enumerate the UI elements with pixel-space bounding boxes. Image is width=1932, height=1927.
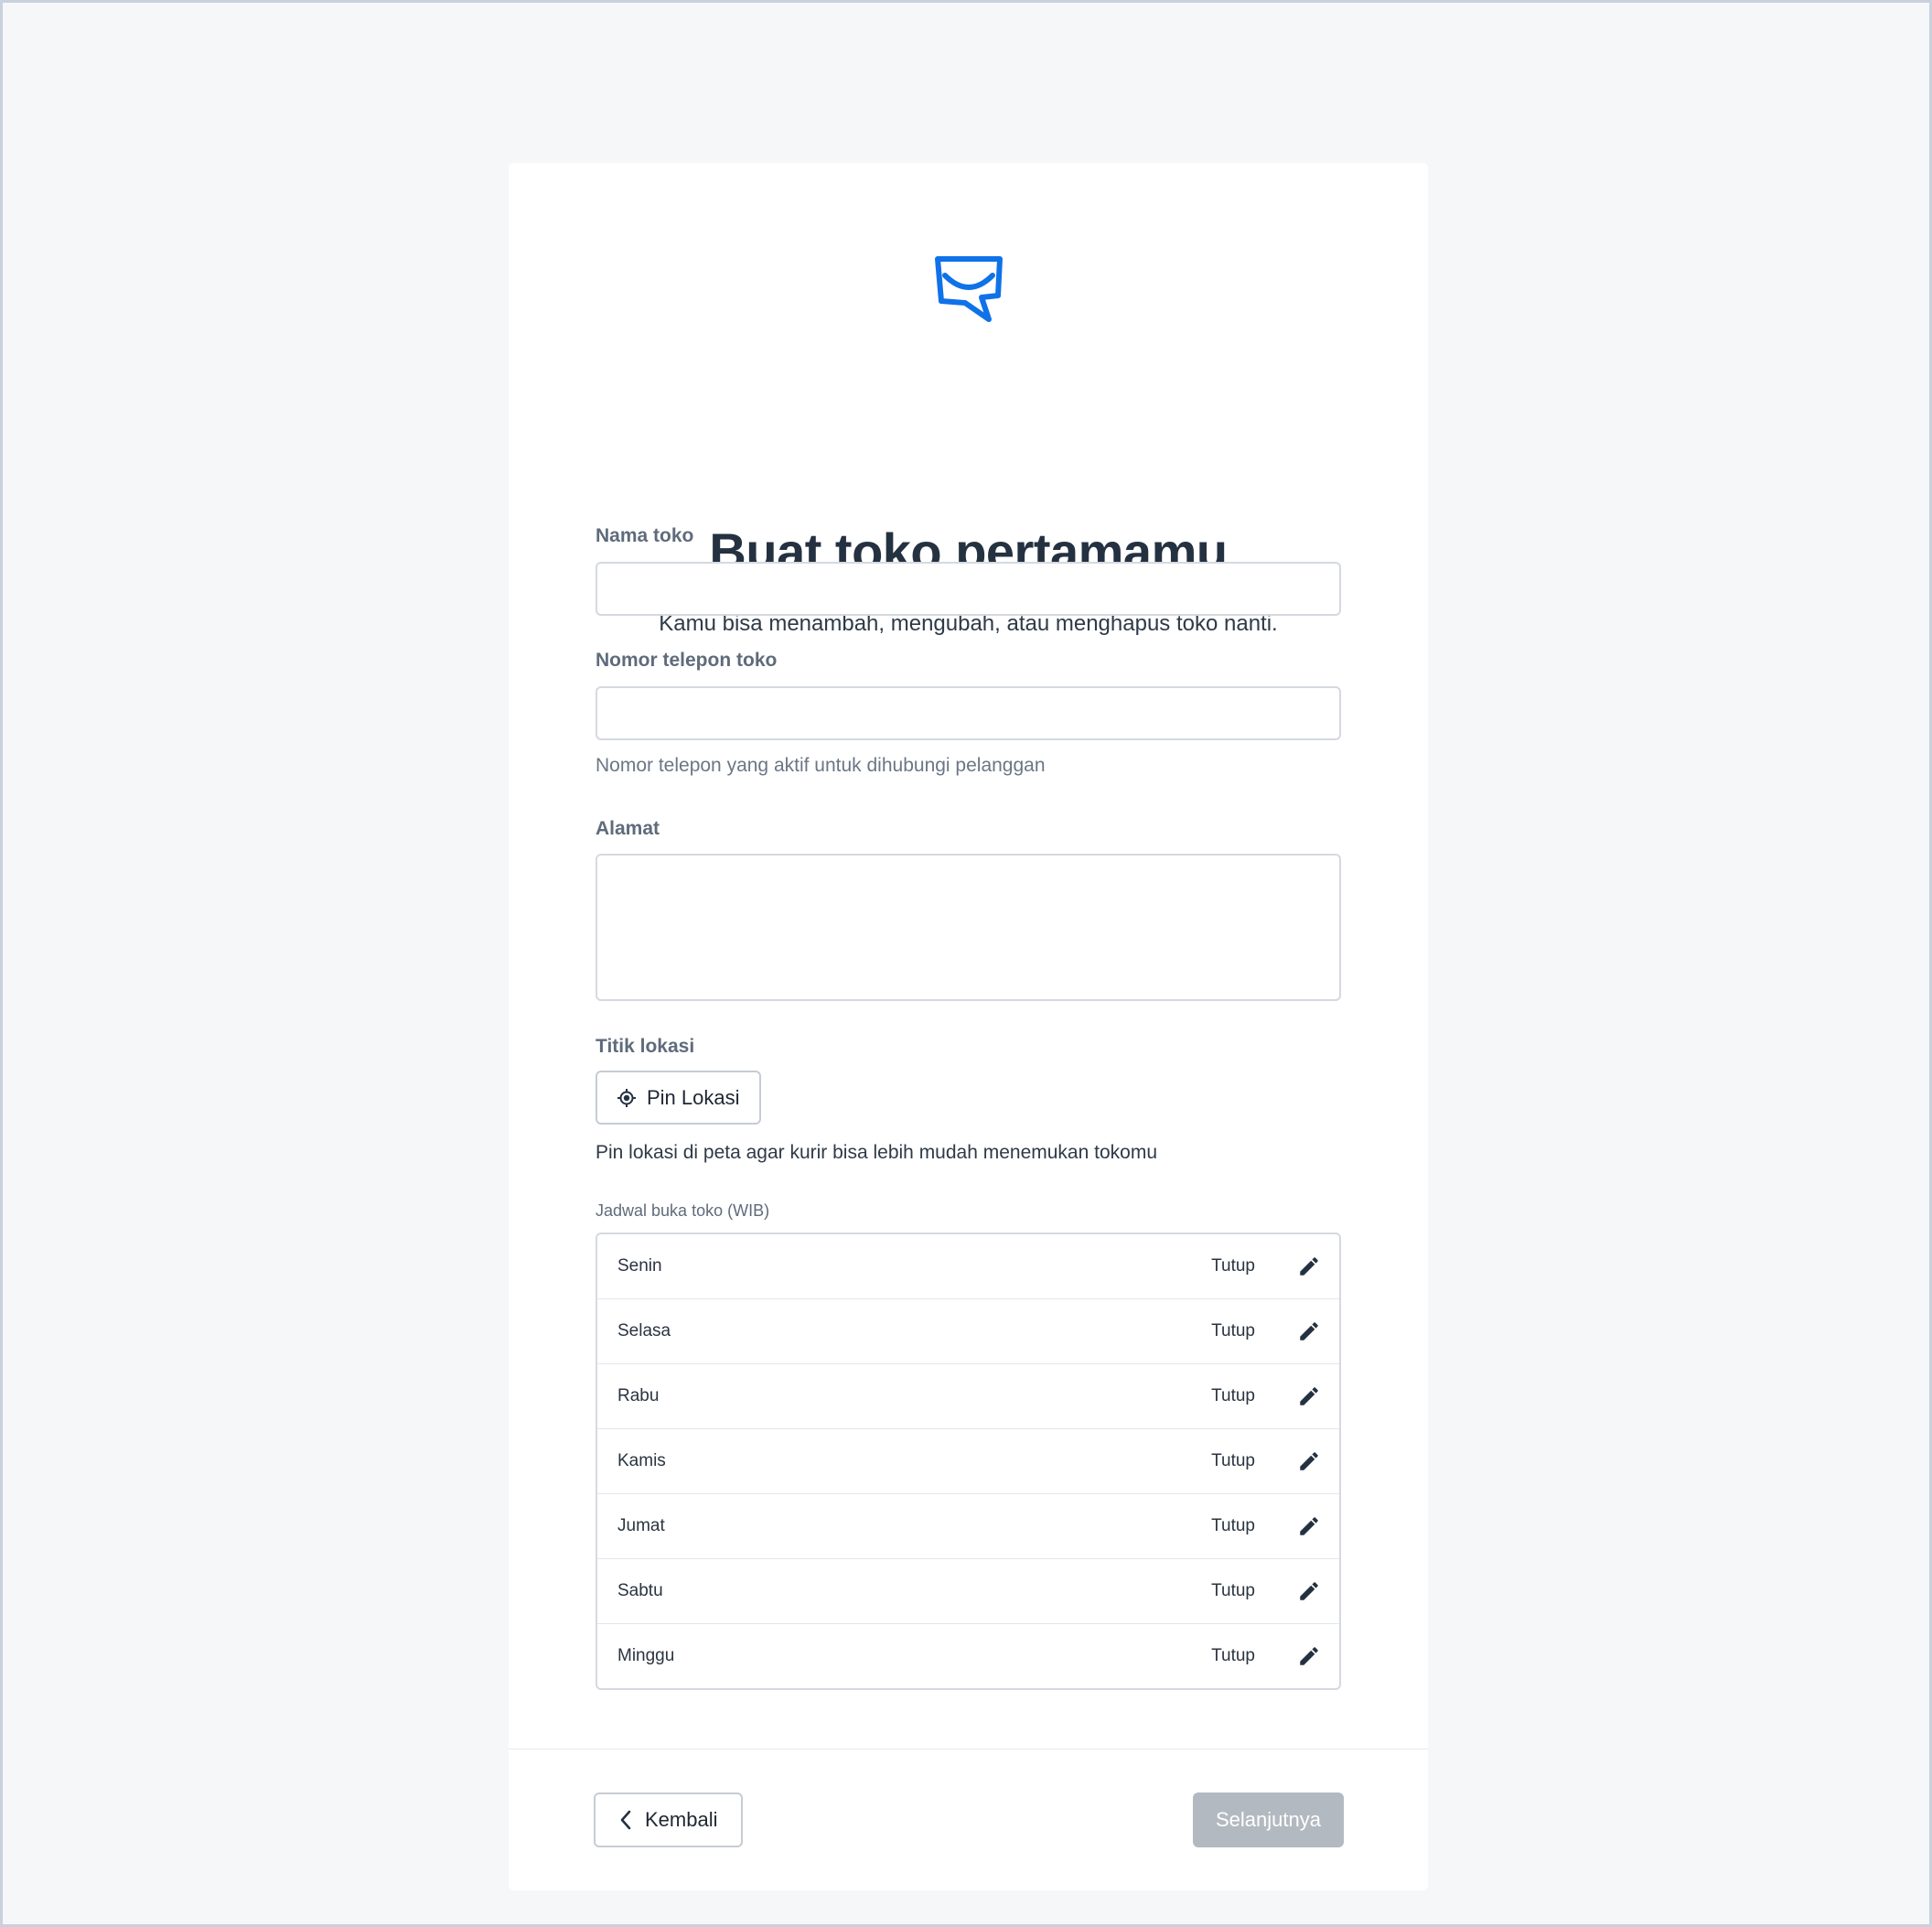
store-name-label: Nama toko xyxy=(596,525,694,546)
store-name-input[interactable] xyxy=(596,562,1341,616)
day-status: Tutup xyxy=(1211,1516,1255,1535)
schedule-row-jumat: Jumat Tutup xyxy=(597,1494,1339,1559)
create-store-card: Buat toko pertamamu Kamu bisa menambah, … xyxy=(509,163,1428,1890)
pencil-icon[interactable] xyxy=(1297,1384,1321,1408)
pencil-icon[interactable] xyxy=(1297,1449,1321,1473)
schedule-row-kamis: Kamis Tutup xyxy=(597,1429,1339,1494)
pencil-icon[interactable] xyxy=(1297,1514,1321,1538)
day-status: Tutup xyxy=(1211,1646,1255,1665)
phone-helper: Nomor telepon yang aktif untuk dihubungi… xyxy=(596,755,1046,776)
schedule-table: Senin Tutup Selasa Tutup Rabu Tutup Kami… xyxy=(596,1233,1341,1690)
day-label: Rabu xyxy=(617,1386,660,1405)
pin-location-button[interactable]: Pin Lokasi xyxy=(596,1071,761,1125)
pin-location-label: Pin Lokasi xyxy=(647,1085,740,1109)
next-label: Selanjutnya xyxy=(1216,1808,1321,1831)
day-label: Senin xyxy=(617,1256,662,1276)
pencil-icon[interactable] xyxy=(1297,1319,1321,1343)
store-logo-icon xyxy=(935,256,1003,322)
location-helper: Pin lokasi di peta agar kurir bisa lebih… xyxy=(596,1142,1157,1163)
back-label: Kembali xyxy=(645,1808,718,1831)
phone-input[interactable] xyxy=(596,686,1341,740)
schedule-row-sabtu: Sabtu Tutup xyxy=(597,1559,1339,1624)
day-status: Tutup xyxy=(1211,1321,1255,1340)
phone-label: Nomor telepon toko xyxy=(596,650,778,671)
day-label: Jumat xyxy=(617,1516,665,1535)
schedule-label: Jadwal buka toko (WIB) xyxy=(596,1201,770,1220)
day-status: Tutup xyxy=(1211,1451,1255,1470)
pencil-icon[interactable] xyxy=(1297,1579,1321,1603)
location-label: Titik lokasi xyxy=(596,1036,695,1057)
chevron-left-icon xyxy=(620,1810,631,1830)
schedule-row-rabu: Rabu Tutup xyxy=(597,1364,1339,1429)
day-label: Selasa xyxy=(617,1321,671,1340)
day-status: Tutup xyxy=(1211,1581,1255,1600)
day-label: Minggu xyxy=(617,1646,675,1665)
day-label: Kamis xyxy=(617,1451,666,1470)
crosshair-icon xyxy=(617,1088,636,1107)
day-status: Tutup xyxy=(1211,1386,1255,1405)
schedule-row-minggu: Minggu Tutup xyxy=(597,1624,1339,1688)
day-status: Tutup xyxy=(1211,1256,1255,1276)
pencil-icon[interactable] xyxy=(1297,1644,1321,1668)
address-textarea[interactable] xyxy=(596,854,1341,1001)
pencil-icon[interactable] xyxy=(1297,1254,1321,1278)
schedule-row-selasa: Selasa Tutup xyxy=(597,1299,1339,1364)
day-label: Sabtu xyxy=(617,1581,663,1600)
schedule-row-senin: Senin Tutup xyxy=(597,1234,1339,1299)
address-label: Alamat xyxy=(596,818,660,839)
next-button[interactable]: Selanjutnya xyxy=(1193,1792,1344,1847)
back-button[interactable]: Kembali xyxy=(594,1792,743,1847)
